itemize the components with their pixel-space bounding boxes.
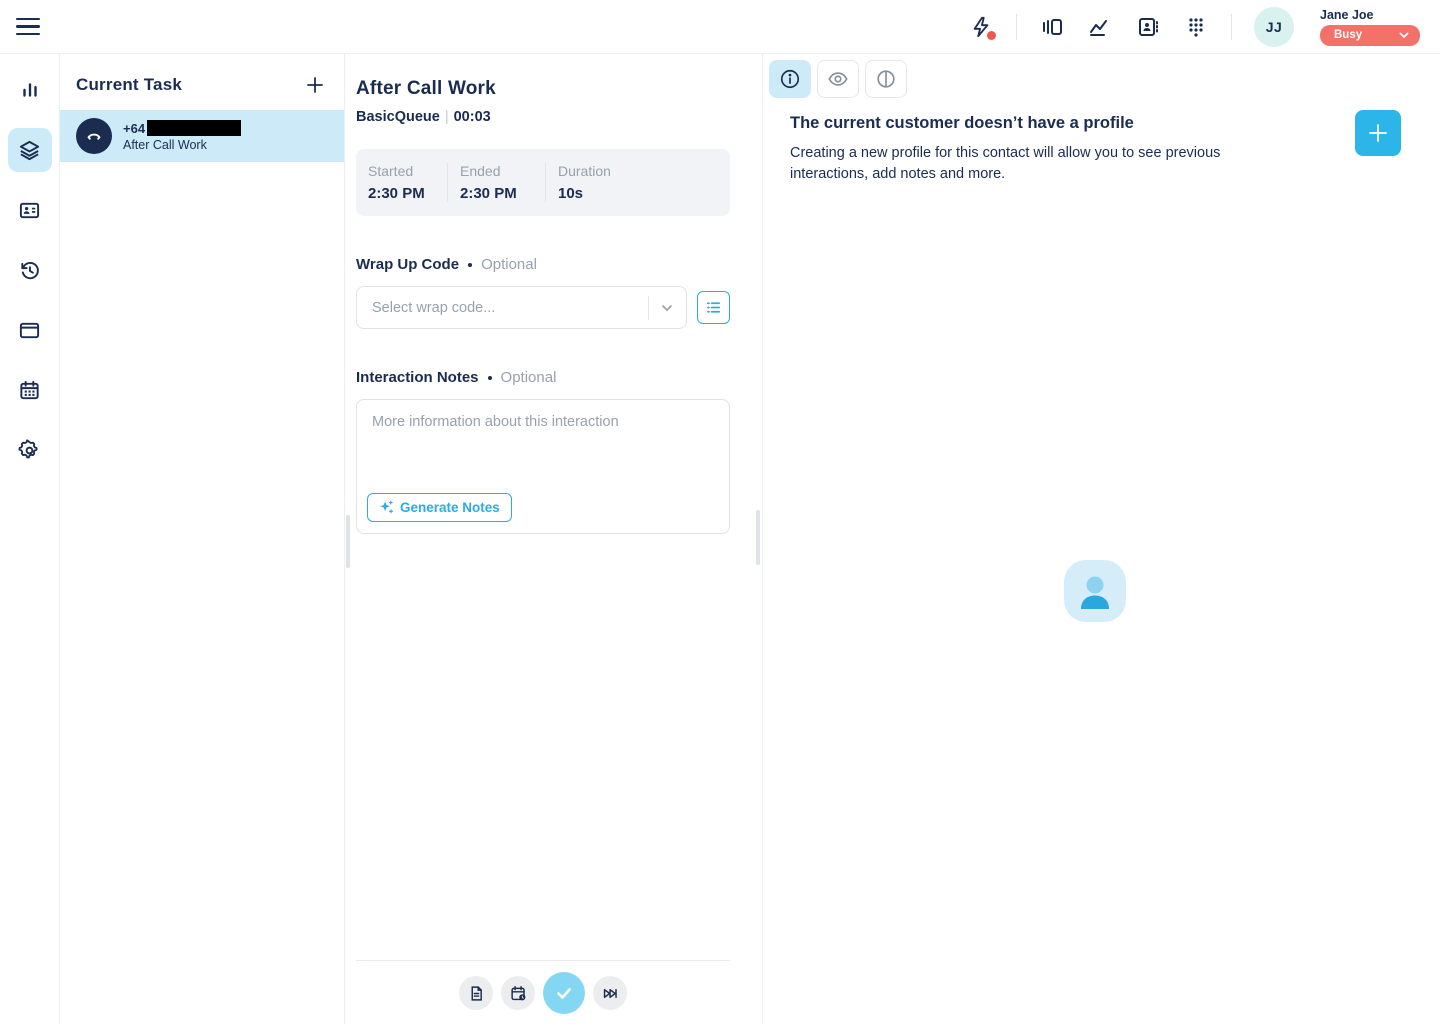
- customer-profile-panel: The current customer doesn’t have a prof…: [763, 54, 1440, 1024]
- list-icon: [705, 299, 722, 316]
- optional-label: Optional: [481, 256, 537, 273]
- info-icon: [779, 68, 801, 90]
- address-book-icon[interactable]: [1135, 14, 1161, 40]
- check-icon: [554, 983, 574, 1003]
- queue-name: BasicQueue: [356, 109, 440, 125]
- stat-started: Started 2:30 PM: [356, 163, 447, 202]
- chevron-down-icon: [1398, 29, 1410, 41]
- stat-ended: Ended 2:30 PM: [447, 163, 545, 202]
- phone-handset-icon: [84, 126, 104, 146]
- acw-timer: 00:03: [454, 109, 491, 125]
- tab-view[interactable]: [817, 60, 859, 98]
- side-navigation: [0, 54, 60, 1024]
- redacted-phone-number: [147, 120, 241, 136]
- optional-label: Optional: [501, 369, 557, 386]
- complete-task-button[interactable]: [543, 972, 585, 1014]
- sidebar-item-contacts[interactable]: [8, 188, 52, 232]
- bullet-separator: [468, 263, 472, 267]
- interaction-notes-input[interactable]: [357, 400, 729, 484]
- user-name: Jane Joe: [1320, 8, 1374, 22]
- divider: [1016, 14, 1017, 40]
- browser-icon: [18, 319, 41, 342]
- wrap-up-code-label: Wrap Up Code: [356, 256, 459, 273]
- gear-icon: [18, 439, 41, 462]
- create-profile-button[interactable]: [1355, 110, 1401, 156]
- skip-forward-icon: [602, 985, 619, 1002]
- document-icon: [468, 985, 485, 1002]
- person-icon: [1064, 560, 1126, 622]
- split-circle-icon: [875, 68, 897, 90]
- chevron-down-icon: [660, 301, 674, 315]
- bar-chart-icon: [19, 79, 41, 101]
- interaction-notes-label: Interaction Notes: [356, 369, 479, 386]
- eye-icon: [827, 68, 849, 90]
- profile-tabs: [763, 54, 1440, 98]
- phone-number-prefix: +64: [123, 121, 145, 136]
- panels-icon[interactable]: [1039, 14, 1065, 40]
- topbar: JJ Jane Joe Busy: [0, 0, 1440, 54]
- plus-icon: [1366, 121, 1390, 145]
- wrap-code-select[interactable]: Select wrap code...: [356, 286, 687, 329]
- bullet-separator: [488, 376, 492, 380]
- add-task-button[interactable]: [304, 74, 326, 96]
- sidebar-item-calendar[interactable]: [8, 368, 52, 412]
- task-stage-label: After Call Work: [123, 138, 241, 152]
- divider: [356, 960, 730, 961]
- calendar-clock-icon: [510, 985, 527, 1002]
- plus-icon: [305, 75, 325, 95]
- task-list-item[interactable]: +64 After Call Work: [60, 110, 344, 162]
- dialpad-icon[interactable]: [1183, 14, 1209, 40]
- after-call-work-panel: After Call Work BasicQueue|00:03 Started…: [345, 54, 763, 1024]
- wrap-code-list-button[interactable]: [697, 291, 730, 324]
- sidebar-item-history[interactable]: [8, 248, 52, 292]
- scrollbar-thumb[interactable]: [346, 515, 350, 568]
- generate-notes-button[interactable]: Generate Notes: [367, 493, 512, 522]
- schedule-callback-button[interactable]: [501, 976, 535, 1010]
- divider: [1231, 14, 1232, 40]
- hamburger-menu-button[interactable]: [16, 13, 44, 41]
- tab-compare[interactable]: [865, 60, 907, 98]
- sidebar-item-browser[interactable]: [8, 308, 52, 352]
- call-avatar: [76, 118, 112, 154]
- history-icon: [18, 259, 41, 282]
- sidebar-item-settings[interactable]: [8, 428, 52, 472]
- skip-button[interactable]: [593, 976, 627, 1010]
- call-stats-box: Started 2:30 PM Ended 2:30 PM Duration 1…: [356, 149, 730, 216]
- acw-footer: [345, 960, 762, 1024]
- no-profile-title: The current customer doesn’t have a prof…: [790, 114, 1268, 133]
- divider: [648, 296, 649, 320]
- sparkle-icon: [379, 500, 394, 515]
- stat-duration: Duration 10s: [545, 163, 625, 202]
- layers-icon: [18, 139, 41, 162]
- profile-placeholder-avatar: [1064, 560, 1126, 622]
- current-task-panel: Current Task +64 After Call Work: [60, 54, 345, 1024]
- lightning-icon[interactable]: [968, 14, 994, 40]
- contact-card-icon: [18, 199, 41, 222]
- generate-notes-label: Generate Notes: [400, 500, 500, 515]
- interaction-notes-box: Generate Notes: [356, 399, 730, 534]
- status-label: Busy: [1334, 29, 1362, 41]
- notes-document-button[interactable]: [459, 976, 493, 1010]
- task-panel-title: Current Task: [76, 75, 182, 95]
- page-title: After Call Work: [356, 78, 730, 100]
- scrollbar-thumb[interactable]: [756, 510, 760, 565]
- status-dropdown[interactable]: Busy: [1320, 25, 1420, 46]
- line-chart-icon[interactable]: [1087, 14, 1113, 40]
- no-profile-description: Creating a new profile for this contact …: [790, 143, 1268, 185]
- calendar-icon: [18, 379, 41, 402]
- user-avatar[interactable]: JJ: [1254, 7, 1294, 47]
- tab-info[interactable]: [769, 60, 811, 98]
- queue-and-timer: BasicQueue|00:03: [356, 109, 730, 125]
- wrap-code-placeholder: Select wrap code...: [372, 300, 495, 316]
- notification-dot: [987, 31, 996, 40]
- sidebar-item-metrics[interactable]: [8, 68, 52, 112]
- sidebar-item-tasks[interactable]: [8, 128, 52, 172]
